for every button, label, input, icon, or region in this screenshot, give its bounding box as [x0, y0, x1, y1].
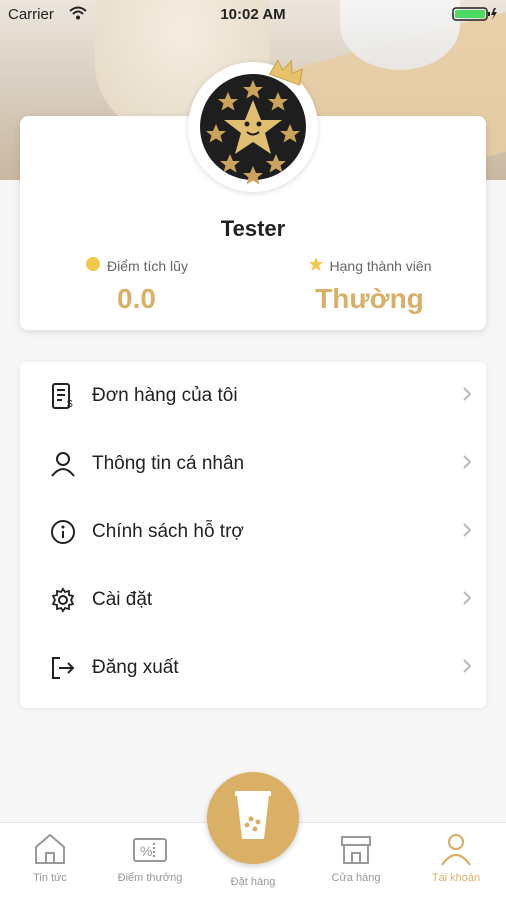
points-label: Điểm tích lũy — [107, 257, 188, 274]
store-icon — [338, 836, 374, 870]
coin-icon — [85, 256, 101, 275]
crown-icon — [268, 58, 306, 93]
user-icon — [438, 833, 474, 870]
logout-icon — [48, 655, 78, 681]
chevron-right-icon — [462, 454, 472, 475]
menu-item-label: Đăng xuất — [92, 657, 179, 678]
chevron-right-icon — [462, 590, 472, 611]
account-menu: $ Đơn hàng của tôi Thông tin cá nhân Chí… — [20, 362, 486, 708]
svg-text:$: $ — [67, 399, 73, 410]
rank-stat: Hạng thành viên Thường — [253, 256, 486, 315]
clock: 10:02 AM — [220, 6, 286, 23]
menu-item-orders[interactable]: $ Đơn hàng của tôi — [20, 362, 486, 430]
svg-text:%: % — [140, 843, 152, 859]
menu-item-label: Thông tin cá nhân — [92, 453, 245, 474]
receipt-icon: $ — [48, 382, 78, 410]
star-icon — [308, 256, 324, 275]
menu-item-profile[interactable]: Thông tin cá nhân — [20, 430, 486, 498]
points-value: 0.0 — [117, 283, 156, 314]
menu-item-label: Đơn hàng của tôi — [92, 385, 238, 406]
menu-item-settings[interactable]: Cài đặt — [20, 566, 486, 634]
user-name: Tester — [220, 216, 286, 241]
chevron-right-icon — [462, 386, 472, 407]
chevron-right-icon — [462, 658, 472, 679]
order-button[interactable] — [207, 772, 299, 864]
status-bar: Carrier 10:02 AM — [0, 0, 506, 30]
user-icon — [48, 450, 78, 478]
rank-label: Hạng thành viên — [329, 257, 432, 274]
drink-cup-icon — [233, 789, 273, 848]
points-stat: Điểm tích lũy 0.0 — [20, 256, 253, 315]
gear-icon — [48, 587, 78, 613]
battery-icon — [452, 6, 498, 26]
order-tab-label: Đặt hàng — [230, 876, 276, 888]
menu-item-support-policy[interactable]: Chính sách hỗ trợ — [20, 498, 486, 566]
menu-item-label: Cài đặt — [92, 589, 153, 610]
menu-item-logout[interactable]: Đăng xuất — [20, 634, 486, 702]
info-icon — [48, 519, 78, 545]
home-icon — [32, 833, 68, 870]
chevron-right-icon — [462, 522, 472, 543]
menu-item-label: Chính sách hỗ trợ — [92, 521, 244, 542]
rank-value: Thường — [315, 283, 424, 314]
voucher-icon: % — [132, 838, 168, 870]
